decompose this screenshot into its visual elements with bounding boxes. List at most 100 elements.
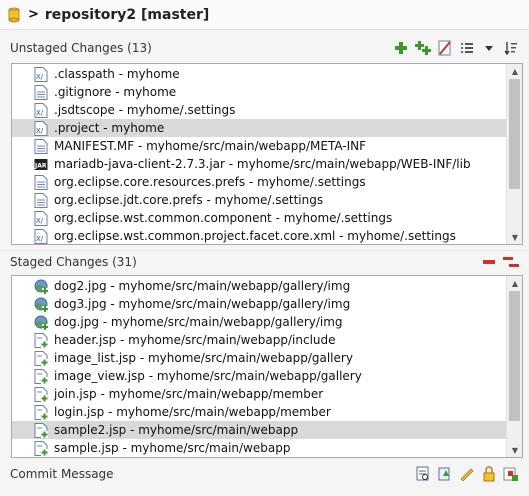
file-added-icon	[34, 350, 48, 366]
commit-message-title: Commit Message	[10, 467, 114, 481]
file-label: sample.jsp - myhome/src/main/webapp	[54, 441, 291, 455]
staged-scroll-thumb[interactable]	[509, 291, 520, 421]
file-list-item[interactable]: JAR mariadb-java-client-2.7.3.jar - myhom…	[12, 155, 522, 173]
presentation-list-icon[interactable]	[459, 40, 475, 56]
file-label: .jsdtscope - myhome/.settings	[54, 103, 236, 117]
commit-message-header: Commit Message	[0, 463, 529, 485]
text-file-icon	[34, 138, 48, 154]
file-added-icon	[34, 386, 48, 402]
file-list-item[interactable]: image_list.jsp - myhome/src/main/webapp/…	[12, 349, 522, 367]
staged-changes-header: Staged Changes (31)	[0, 251, 529, 273]
file-list-item[interactable]: X/ .project - myhome	[12, 119, 522, 137]
file-label: image_list.jsp - myhome/src/main/webapp/…	[54, 351, 353, 365]
scroll-down-arrow-icon[interactable]: ▼	[507, 443, 522, 457]
file-added-icon	[34, 368, 48, 384]
staged-files-list[interactable]: dog2.jpg - myhome/src/main/webapp/galler…	[11, 275, 523, 458]
jar-file-icon: JAR	[34, 157, 48, 172]
file-label: dog.jpg - myhome/src/main/webapp/gallery…	[54, 315, 343, 329]
file-label: org.eclipse.wst.common.component - myhom…	[54, 211, 393, 225]
file-list-item[interactable]: sample.jsp - myhome/src/main/webapp	[12, 439, 522, 457]
file-label: login.jsp - myhome/src/main/webapp/membe…	[54, 405, 331, 419]
commit-toolbar	[415, 466, 529, 482]
svg-text:X/: X/	[36, 127, 44, 135]
xml-file-icon: X/	[34, 66, 48, 82]
xml-file-icon: X/	[34, 210, 48, 226]
file-list-item[interactable]: X/ .jsdtscope - myhome/.settings	[12, 101, 522, 119]
scroll-up-arrow-icon[interactable]: ▲	[507, 64, 522, 78]
file-list-item[interactable]: MANIFEST.MF - myhome/src/main/webapp/MET…	[12, 137, 522, 155]
file-label: image_view.jsp - myhome/src/main/webapp/…	[54, 369, 362, 383]
file-list-item[interactable]: dog3.jpg - myhome/src/main/webapp/galler…	[12, 295, 522, 313]
file-list-item[interactable]: org.eclipse.jdt.core.prefs - myhome/.set…	[12, 191, 522, 209]
file-list-item[interactable]: org.eclipse.core.resources.prefs - myhom…	[12, 173, 522, 191]
file-list-item[interactable]: dog.jpg - myhome/src/main/webapp/gallery…	[12, 313, 522, 331]
remove-all-from-index-icon[interactable]	[503, 254, 519, 270]
text-file-icon	[34, 192, 48, 208]
image-added-icon	[34, 315, 48, 330]
file-list-item[interactable]: X/ .classpath - myhome	[12, 65, 522, 83]
unstaged-scroll-thumb[interactable]	[509, 79, 520, 189]
file-list-item[interactable]: login.jsp - myhome/src/main/webapp/membe…	[12, 403, 522, 421]
file-added-icon	[34, 422, 48, 438]
unstaged-scrollbar[interactable]: ▲ ▼	[506, 64, 522, 244]
repository-title-bar: > repository2 [master]	[0, 0, 529, 30]
change-id-icon[interactable]	[503, 466, 519, 482]
file-label: .gitignore - myhome	[54, 85, 177, 99]
previous-commit-message-icon[interactable]	[415, 466, 431, 482]
text-file-icon	[34, 174, 48, 190]
scroll-down-arrow-icon[interactable]: ▼	[507, 230, 522, 244]
ignore-file-icon[interactable]	[437, 40, 453, 56]
xml-file-icon: X/	[34, 102, 48, 118]
unstaged-files-list[interactable]: X/ .classpath - myhome .gitignore - myhome…	[11, 63, 523, 245]
chevron-down-icon[interactable]	[481, 40, 497, 56]
unstaged-changes-header: Unstaged Changes (13)	[0, 37, 529, 59]
file-label: join.jsp - myhome/src/main/webapp/member	[54, 387, 324, 401]
remove-from-index-icon[interactable]	[481, 254, 497, 270]
svg-text:JAR: JAR	[34, 162, 47, 169]
scroll-up-arrow-icon[interactable]: ▲	[507, 276, 522, 290]
file-label: .project - myhome	[54, 121, 165, 135]
file-label: org.eclipse.wst.common.project.facet.cor…	[54, 229, 456, 243]
file-list-item[interactable]: sample2.jsp - myhome/src/main/webapp	[12, 421, 522, 439]
file-added-icon	[34, 440, 48, 456]
signed-off-by-icon[interactable]	[459, 466, 475, 482]
file-label: MANIFEST.MF - myhome/src/main/webapp/MET…	[54, 139, 367, 153]
sort-icon[interactable]	[503, 40, 519, 56]
svg-text:X/: X/	[36, 73, 44, 81]
amend-commit-icon[interactable]	[437, 466, 453, 482]
file-list-item[interactable]: image_view.jsp - myhome/src/main/webapp/…	[12, 367, 522, 385]
file-added-icon	[34, 332, 48, 348]
file-label: org.eclipse.jdt.core.prefs - myhome/.set…	[54, 193, 324, 207]
image-added-icon	[34, 297, 48, 312]
sign-commit-lock-icon[interactable]	[481, 466, 497, 482]
repository-title: repository2 [master]	[44, 6, 210, 23]
file-list-item[interactable]: X/org.eclipse.wst.common.component - myh…	[12, 209, 522, 227]
file-label: .classpath - myhome	[54, 67, 180, 81]
xml-file-icon: X/	[34, 228, 48, 244]
staged-scrollbar[interactable]: ▲ ▼	[506, 276, 522, 457]
file-list-item[interactable]: .gitignore - myhome	[12, 83, 522, 101]
file-list-item[interactable]: join.jsp - myhome/src/main/webapp/member	[12, 385, 522, 403]
unstaged-changes-title: Unstaged Changes (13)	[10, 41, 152, 55]
add-all-to-index-icon[interactable]	[415, 40, 431, 56]
svg-text:X/: X/	[36, 217, 44, 225]
add-to-index-icon[interactable]	[393, 40, 409, 56]
file-label: mariadb-java-client-2.7.3.jar - myhome/s…	[54, 157, 471, 171]
text-file-icon	[34, 84, 48, 100]
file-list-item[interactable]: dog2.jpg - myhome/src/main/webapp/galler…	[12, 277, 522, 295]
file-label: header.jsp - myhome/src/main/webapp/incl…	[54, 333, 336, 347]
image-added-icon	[34, 279, 48, 294]
file-label: dog3.jpg - myhome/src/main/webapp/galler…	[54, 297, 351, 311]
file-label: sample2.jsp - myhome/src/main/webapp	[54, 423, 299, 437]
unstaged-toolbar	[393, 40, 529, 56]
file-label: org.eclipse.core.resources.prefs - myhom…	[54, 175, 366, 189]
file-label: dog2.jpg - myhome/src/main/webapp/galler…	[54, 279, 351, 293]
file-list-item[interactable]: header.jsp - myhome/src/main/webapp/incl…	[12, 331, 522, 349]
staged-toolbar	[481, 254, 529, 270]
chevron-right-icon: >	[28, 7, 39, 22]
svg-text:X/: X/	[36, 235, 44, 243]
svg-text:X/: X/	[36, 109, 44, 117]
staged-changes-title: Staged Changes (31)	[10, 255, 137, 269]
file-list-item[interactable]: X/org.eclipse.wst.common.project.facet.c…	[12, 227, 522, 244]
repository-icon	[8, 7, 20, 22]
